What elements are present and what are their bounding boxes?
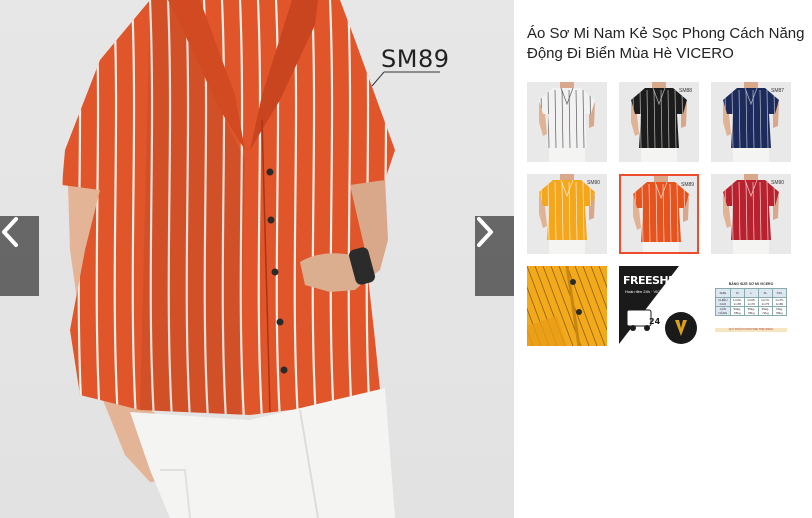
chevron-left-icon <box>2 217 18 247</box>
freeship-label: FREESHIP <box>623 274 680 287</box>
fabric-closeup-image <box>527 266 607 346</box>
product-title: Áo Sơ Mi Nam Kẻ Sọc Phong Cách Năng Động… <box>527 24 812 64</box>
size-chart-cell: 1m70-1m75 <box>757 297 773 307</box>
thumbnail-4[interactable]: SM90 <box>527 174 607 254</box>
size-chart-cell: 1m60-1m65 <box>729 297 745 307</box>
thumbnail-6[interactable]: SM90 <box>711 174 791 254</box>
shirt-thumbnail-image <box>723 174 779 254</box>
shirt-thumbnail-image <box>723 82 779 162</box>
size-chart-cell: 55kg-65kg <box>743 306 759 316</box>
shirt-thumbnail-image <box>539 82 595 162</box>
thumbnail-8[interactable]: 24 FREESHIP Hoàn tiền 24h · VICERO <box>619 266 699 346</box>
thumbnail-sku-label: SM89 <box>681 182 695 188</box>
thumbnail-sku-label: SM88 <box>679 88 693 94</box>
size-chart-cell: 65kg-72kg <box>757 306 773 316</box>
size-chart-cell: 1m65-1m70 <box>743 297 759 307</box>
size-chart-cell: L <box>743 288 759 298</box>
product-title-text: Áo Sơ Mi Nam Kẻ Sọc Phong Cách Năng Động… <box>527 25 805 62</box>
thumbnail-3[interactable]: SM87 <box>711 82 791 162</box>
prev-image-button[interactable] <box>0 216 39 296</box>
shirt-thumbnail-image <box>539 174 595 254</box>
freeship-subtext: Hoàn tiền 24h · VICERO <box>625 289 669 294</box>
size-chart-cell: 50kg-55kg <box>729 306 745 316</box>
thumbnail-5[interactable]: SM89 <box>619 174 699 254</box>
thumbnail-2[interactable]: SM88 <box>619 82 699 162</box>
size-chart-cell: CHIỀU CAO <box>715 297 731 307</box>
size-chart-cell: CÂN NẶNG <box>715 306 731 316</box>
sku-label: SM89 <box>381 45 450 73</box>
svg-text:24: 24 <box>649 317 661 326</box>
chevron-right-icon <box>477 217 493 247</box>
thumbnail-1[interactable] <box>527 82 607 162</box>
thumbnail-7[interactable] <box>527 266 607 346</box>
next-image-button[interactable] <box>475 216 514 296</box>
thumbnail-sku-label: SM90 <box>771 180 785 186</box>
size-chart-cell: XL <box>757 288 773 298</box>
thumbnail-9[interactable]: BẢNG SIZE SƠ MI VICERO SIZE M L XL XXL CHIỀU C… <box>711 266 791 346</box>
size-chart-cell: SIZE <box>715 288 731 298</box>
size-chart-cell: 72kg-80kg <box>771 306 788 316</box>
size-chart-cell: M <box>729 288 745 298</box>
model-photo <box>62 0 440 518</box>
shirt-thumbnail-image <box>631 82 687 162</box>
size-chart-note: QUÝ KHÁCH CHỌN SIZE THEO BẢNG <box>715 328 787 332</box>
size-chart-table: SIZE M L XL XXL CHIỀU CAO 1m60-1m65 1m65-1m70 1m… <box>715 288 788 316</box>
main-product-image[interactable]: SM89 <box>0 0 514 518</box>
size-chart-title: BẢNG SIZE SƠ MI VICERO <box>728 282 774 286</box>
thumbnail-sku-label: SM87 <box>771 88 785 94</box>
thumbnail-sku-label: SM90 <box>587 180 601 186</box>
size-chart-cell: XXL <box>771 288 788 298</box>
size-chart-cell: 1m75-1m80 <box>771 297 788 307</box>
